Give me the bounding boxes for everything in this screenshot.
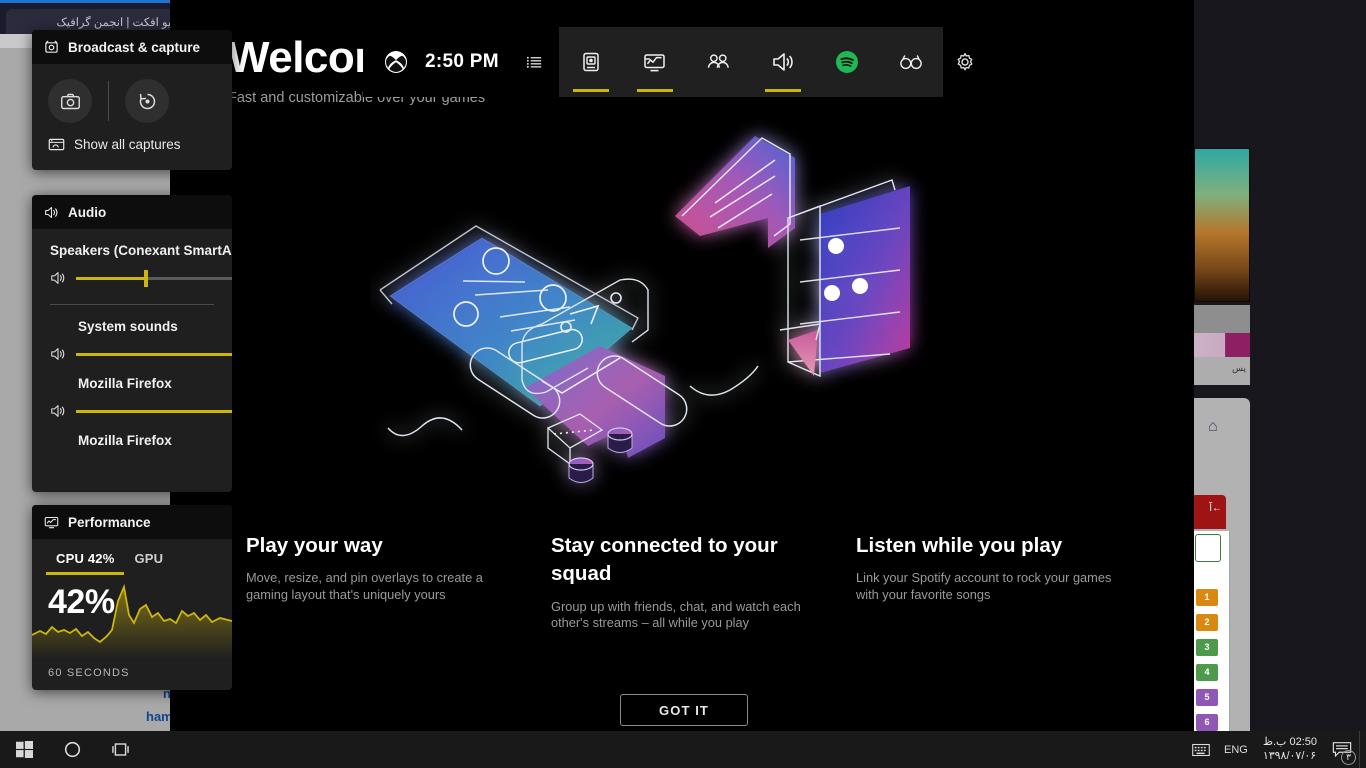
capture-actions: [32, 64, 232, 130]
game-bar-button-audio[interactable]: [751, 27, 815, 97]
note-marker: 5: [1196, 689, 1218, 706]
window-fragment-magenta: [1194, 333, 1250, 357]
game-bar-settings-button[interactable]: [942, 27, 987, 97]
clock-date: ۱۳۹۸/۰۷/۰۶: [1262, 749, 1317, 762]
game-bar-left: 2:50 PM: [363, 27, 559, 97]
game-bar-button-xbox-social[interactable]: [687, 27, 751, 97]
volume-icon: [44, 205, 59, 220]
text-fragment: ham: [146, 709, 173, 724]
performance-icon: [44, 515, 59, 530]
got-it-button[interactable]: GOT IT: [620, 694, 748, 726]
screen: ویدیو افکت | انجمن گرافیک — ❐ ✕ n ham: [0, 0, 1366, 768]
action-center-icon[interactable]: ۳: [1325, 731, 1359, 768]
feature-heading: Listen while you play: [856, 534, 1063, 557]
game-bar: 2:50 PM: [363, 27, 987, 97]
feature-body: Group up with friends, chat, and watch e…: [551, 598, 801, 631]
widget-header[interactable]: Performance: [32, 505, 232, 539]
game-bar-clock: 2:50 PM: [425, 51, 499, 72]
task-view-icon[interactable]: [96, 731, 144, 768]
divider: [108, 81, 109, 121]
selected-cell: [1195, 534, 1221, 562]
sheet-area: 1 2 3 4 5 6 7 8: [1194, 531, 1230, 768]
window-fragment: [1194, 305, 1250, 333]
widget-title: Audio: [68, 204, 107, 220]
volume-icon: [50, 346, 66, 362]
cpu-usage-value: 42%: [48, 583, 115, 621]
volume-icon: [50, 270, 66, 286]
feature-card: Play your way Move, resize, and pin over…: [246, 532, 514, 604]
game-bar-button-looking-for-group[interactable]: [879, 27, 943, 97]
wallpaper-preview: [1194, 148, 1250, 302]
performance-tabs: CPU 42% GPU: [32, 539, 232, 575]
right-edge-windows: پس ⌂ آ← 1 2 3 4 5 6 7 8: [1194, 0, 1366, 768]
gear-icon: [954, 51, 976, 73]
feature-body: Move, resize, and pin overlays to create…: [246, 570, 483, 603]
taskbar: ENG 02:50 ب.ظ ۱۳۹۸/۰۷/۰۶ ۳: [0, 731, 1366, 768]
gallery-icon: [48, 136, 65, 153]
feature-card: Listen while you play Link your Spotify …: [856, 532, 1124, 604]
feature-heading: Stay connected to your squad: [551, 534, 778, 586]
app-volume-row: [32, 391, 232, 419]
game-bar-button-capture[interactable]: [559, 27, 623, 97]
window-fragment-label: پس: [1194, 357, 1250, 385]
widget-title: Performance: [68, 514, 151, 530]
note-marker: 3: [1196, 639, 1218, 656]
broadcast-icon: [44, 39, 59, 55]
xbox-icon[interactable]: [373, 50, 419, 74]
feature-heading: Play your way: [246, 534, 383, 557]
clock-time: 02:50 ب.ظ: [1262, 736, 1317, 749]
cortana-icon[interactable]: [48, 731, 96, 768]
isometric-devices-illustration: [370, 118, 1010, 508]
audio-app-label: Mozilla Firefox: [78, 376, 172, 391]
app-volume-slider[interactable]: [76, 409, 232, 413]
game-bar-button-spotify[interactable]: [815, 27, 879, 97]
audio-device-label: Speakers (Conexant SmartAudio HD): [50, 243, 232, 258]
show-all-captures-button[interactable]: Show all captures: [32, 130, 232, 153]
feature-body: Link your Spotify account to rock your g…: [856, 570, 1112, 603]
browser-tab-title: ویدیو افکت | انجمن گرافیک: [56, 17, 186, 29]
show-desktop-button[interactable]: [1359, 731, 1366, 768]
taskbar-clock[interactable]: 02:50 ب.ظ ۱۳۹۸/۰۷/۰۶: [1255, 736, 1325, 763]
system-tray: ENG 02:50 ب.ظ ۱۳۹۸/۰۷/۰۶ ۳: [1185, 731, 1366, 768]
app-volume-slider[interactable]: [76, 352, 232, 356]
keyboard-icon[interactable]: [1185, 731, 1217, 768]
audio-app-label: System sounds: [78, 319, 178, 334]
game-bar-widget-buttons: [558, 27, 943, 97]
widget-menu-icon[interactable]: [515, 53, 555, 72]
broadcast-capture-widget: Broadcast & capture Show all captures: [32, 30, 232, 170]
spreadsheet-window: ⌂ آ← 1 2 3 4 5 6 7 8: [1194, 398, 1250, 768]
cpu-usage-graph: 42%: [32, 575, 232, 659]
note-marker: 2: [1196, 614, 1218, 631]
app-volume-row: [32, 334, 232, 362]
note-marker: 4: [1196, 664, 1218, 681]
widget-header[interactable]: Broadcast & capture: [32, 30, 232, 64]
tab-cpu[interactable]: CPU 42%: [46, 539, 124, 575]
notification-count: ۳: [1341, 750, 1356, 765]
audio-widget: Audio Speakers (Conexant SmartAudio HD) …: [32, 195, 232, 492]
volume-icon: [50, 403, 66, 419]
note-marker: 6: [1196, 714, 1218, 731]
master-volume-slider[interactable]: [76, 269, 232, 287]
game-bar-welcome-panel: Welcome Fast and customizable over your …: [170, 0, 1194, 731]
start-icon[interactable]: [0, 731, 48, 768]
language-indicator[interactable]: ENG: [1217, 731, 1255, 768]
screenshot-button[interactable]: [48, 79, 92, 123]
audio-app-label: Mozilla Firefox: [78, 433, 172, 448]
red-ribbon-tab: آ←: [1194, 495, 1226, 529]
home-icon: ⌂: [1208, 418, 1218, 435]
graph-timespan-label: 60 SECONDS: [48, 667, 130, 679]
note-marker: 1: [1196, 589, 1218, 606]
master-volume-row: [32, 258, 232, 287]
widget-header[interactable]: Audio: [32, 195, 232, 229]
taskbar-left: [0, 731, 144, 768]
show-all-captures-label: Show all captures: [74, 137, 181, 152]
feature-card: Stay connected to your squad Group up wi…: [551, 532, 819, 632]
tab-gpu[interactable]: GPU: [124, 539, 173, 575]
game-bar-button-performance[interactable]: [623, 27, 687, 97]
performance-widget: Performance CPU 42% GPU 42% 60 SECONDS: [32, 505, 232, 690]
slider-thumb[interactable]: [144, 269, 149, 287]
record-last-30s-button[interactable]: [125, 79, 169, 123]
side-label: پس: [1232, 363, 1246, 373]
widget-title: Broadcast & capture: [68, 39, 201, 55]
